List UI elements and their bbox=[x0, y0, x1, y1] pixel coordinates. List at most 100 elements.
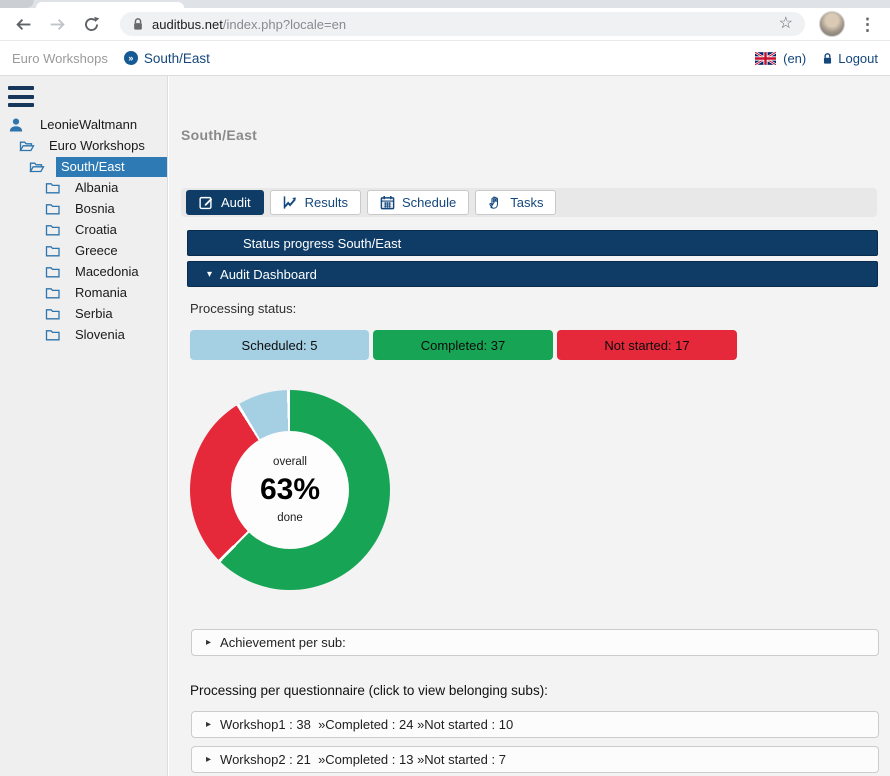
back-arrow-icon bbox=[15, 16, 32, 33]
folder-icon bbox=[45, 306, 61, 322]
workshop1-summary: Workshop1 : 38 »Completed : 24 »Not star… bbox=[220, 717, 513, 732]
child-node-label: Albania bbox=[75, 180, 118, 195]
child-node-label: Bosnia bbox=[75, 201, 115, 216]
folder-icon bbox=[45, 243, 61, 259]
browser-menu-icon[interactable]: ⋮ bbox=[855, 16, 880, 33]
sidebar-item-romania[interactable]: Romania bbox=[0, 282, 167, 303]
donut-center-bottom-label: done bbox=[277, 512, 303, 524]
workshop2-bar[interactable]: ▸ Workshop2 : 21 »Completed : 13 »Not st… bbox=[191, 746, 879, 773]
sidebar-item-slovenia[interactable]: Slovenia bbox=[0, 324, 167, 345]
page-title: South/East bbox=[181, 127, 257, 143]
logout-lock-icon bbox=[822, 52, 833, 65]
folder-icon bbox=[45, 201, 61, 217]
line-chart-icon bbox=[283, 195, 298, 210]
workshop2-summary: Workshop2 : 21 »Completed : 13 »Not star… bbox=[220, 752, 506, 767]
browser-tab-strip bbox=[0, 0, 890, 8]
tab-results-label: Results bbox=[305, 195, 348, 210]
tab-bar: Audit Results Schedule Tasks bbox=[181, 188, 877, 217]
child-node-label: Slovenia bbox=[75, 327, 125, 342]
workshop1-bar[interactable]: ▸ Workshop1 : 38 »Completed : 24 »Not st… bbox=[191, 711, 879, 738]
not-started-status-button[interactable]: Not started: 17 bbox=[557, 330, 737, 360]
browser-tab-ghost[interactable] bbox=[0, 0, 34, 8]
tab-tasks[interactable]: Tasks bbox=[475, 190, 556, 215]
scheduled-status-button[interactable]: Scheduled: 5 bbox=[190, 330, 369, 360]
tab-tasks-label: Tasks bbox=[510, 195, 543, 210]
tab-schedule-label: Schedule bbox=[402, 195, 456, 210]
lock-icon bbox=[132, 17, 144, 31]
folder-open-icon bbox=[18, 138, 36, 154]
reload-button[interactable] bbox=[78, 11, 104, 37]
header-right: (en) Logout bbox=[755, 51, 878, 66]
donut-center-value: 63% bbox=[260, 473, 320, 507]
app-header: Euro Workshops » South/East (en) Logout bbox=[0, 41, 890, 76]
breadcrumb-current-link[interactable]: South/East bbox=[144, 51, 210, 66]
achievement-per-sub-bar[interactable]: ▸ Achievement per sub: bbox=[191, 629, 879, 656]
root-node-label: Euro Workshops bbox=[49, 138, 145, 153]
sidebar-item-bosnia[interactable]: Bosnia bbox=[0, 198, 167, 219]
tab-audit[interactable]: Audit bbox=[186, 190, 264, 215]
tab-schedule[interactable]: Schedule bbox=[367, 190, 469, 215]
forward-button[interactable] bbox=[44, 11, 70, 37]
folder-icon bbox=[45, 285, 61, 301]
calendar-icon bbox=[380, 195, 395, 210]
child-node-label: Croatia bbox=[75, 222, 117, 237]
browser-profile-avatar[interactable] bbox=[819, 11, 845, 37]
hamburger-menu-icon[interactable] bbox=[8, 86, 34, 107]
url-host: auditbus.net bbox=[152, 17, 223, 32]
child-node-label: Macedonia bbox=[75, 264, 139, 279]
sidebar-item-macedonia[interactable]: Macedonia bbox=[0, 261, 167, 282]
back-button[interactable] bbox=[10, 11, 36, 37]
edit-icon bbox=[199, 195, 214, 210]
forward-arrow-icon bbox=[49, 16, 66, 33]
hand-icon bbox=[488, 195, 503, 210]
folder-icon bbox=[45, 264, 61, 280]
browser-toolbar: auditbus.net/index.php?locale=en ☆ ⋮ bbox=[0, 8, 890, 41]
reload-icon bbox=[83, 16, 100, 33]
url-bar[interactable]: auditbus.net/index.php?locale=en ☆ bbox=[120, 12, 805, 36]
sidebar-item-euro-workshops[interactable]: Euro Workshops bbox=[0, 135, 167, 156]
audit-dashboard-header-label: Audit Dashboard bbox=[220, 267, 317, 282]
chevron-right-icon: ▸ bbox=[206, 637, 211, 648]
sidebar-item-albania[interactable]: Albania bbox=[0, 177, 167, 198]
url-path: /index.php?locale=en bbox=[223, 17, 346, 32]
uk-flag-icon[interactable] bbox=[755, 52, 776, 65]
questionnaire-section-label: Processing per questionnaire (click to v… bbox=[190, 683, 548, 698]
bookmark-star-icon[interactable]: ☆ bbox=[779, 16, 793, 32]
child-node-label: Greece bbox=[75, 243, 118, 258]
user-label: LeonieWaltmann bbox=[40, 117, 137, 132]
donut-center: overall 63% done bbox=[231, 431, 349, 549]
breadcrumb-root: Euro Workshops bbox=[12, 51, 108, 66]
logout-link[interactable]: Logout bbox=[838, 51, 878, 66]
processing-status-label: Processing status: bbox=[190, 301, 296, 316]
tab-results[interactable]: Results bbox=[270, 190, 361, 215]
donut-center-top-label: overall bbox=[273, 456, 307, 468]
child-node-label: Romania bbox=[75, 285, 127, 300]
language-label[interactable]: (en) bbox=[783, 51, 806, 66]
sidebar-item-south-east[interactable]: South/East bbox=[0, 156, 167, 177]
tab-audit-label: Audit bbox=[221, 195, 251, 210]
status-progress-header[interactable]: Status progress South/East bbox=[187, 230, 878, 256]
user-icon bbox=[8, 117, 24, 133]
sidebar-item-user[interactable]: LeonieWaltmann bbox=[0, 114, 167, 135]
status-progress-header-label: Status progress South/East bbox=[188, 236, 401, 251]
sidebar-item-greece[interactable]: Greece bbox=[0, 240, 167, 261]
audit-dashboard-header[interactable]: ▾ Audit Dashboard bbox=[187, 261, 878, 287]
chevron-down-icon: ▾ bbox=[207, 269, 212, 280]
breadcrumb-arrow-icon: » bbox=[124, 51, 138, 65]
sidebar-item-croatia[interactable]: Croatia bbox=[0, 219, 167, 240]
chevron-right-icon: ▸ bbox=[206, 719, 211, 730]
child-node-label: Serbia bbox=[75, 306, 113, 321]
donut-chart: overall 63% done bbox=[190, 390, 390, 590]
navigation-tree: LeonieWaltmann Euro Workshops South/East… bbox=[0, 114, 167, 345]
sidebar-item-serbia[interactable]: Serbia bbox=[0, 303, 167, 324]
url-text: auditbus.net/index.php?locale=en bbox=[152, 17, 346, 32]
completed-status-button[interactable]: Completed: 37 bbox=[373, 330, 553, 360]
screen: auditbus.net/index.php?locale=en ☆ ⋮ Eur… bbox=[0, 0, 890, 776]
folder-open-icon bbox=[28, 159, 46, 175]
selected-node-label: South/East bbox=[56, 157, 167, 177]
folder-icon bbox=[45, 180, 61, 196]
chevron-right-icon: ▸ bbox=[206, 754, 211, 765]
folder-icon bbox=[45, 327, 61, 343]
achievement-per-sub-label: Achievement per sub: bbox=[220, 635, 346, 650]
main-content: South/East Audit Results Schedule Tasks … bbox=[169, 76, 890, 776]
